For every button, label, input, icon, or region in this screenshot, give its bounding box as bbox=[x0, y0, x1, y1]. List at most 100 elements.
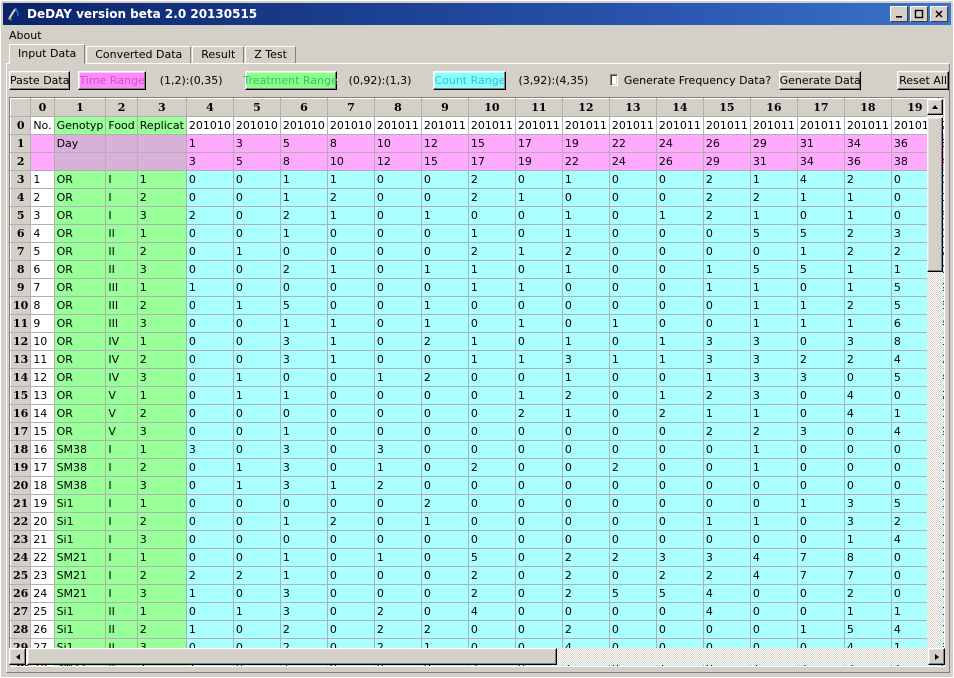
grid-cell[interactable]: 0 bbox=[609, 440, 657, 459]
grid-cell[interactable]: 0 bbox=[327, 620, 375, 639]
horizontal-scroll-thumb[interactable] bbox=[27, 648, 557, 665]
grid-cell[interactable]: Si1 bbox=[54, 620, 107, 639]
grid-cell[interactable]: 0 bbox=[186, 602, 234, 621]
grid-cell[interactable]: 2 bbox=[186, 206, 234, 225]
grid-cell[interactable]: 1 bbox=[750, 440, 798, 459]
grid-cell[interactable]: SM21 bbox=[54, 584, 107, 603]
grid-cell[interactable]: 2 bbox=[137, 404, 187, 423]
grid-cell[interactable]: OR bbox=[54, 368, 107, 387]
grid-cell[interactable]: 1 bbox=[703, 404, 751, 423]
grid-cell[interactable]: OR bbox=[54, 404, 107, 423]
grid-cell[interactable]: 0 bbox=[374, 188, 422, 207]
grid-cell[interactable]: 0 bbox=[186, 386, 234, 405]
grid-cell[interactable]: 2 bbox=[137, 350, 187, 369]
grid-cell[interactable]: 0 bbox=[515, 494, 563, 513]
grid-cell[interactable]: 1 bbox=[233, 458, 281, 477]
grid-cell[interactable]: 2 bbox=[374, 602, 422, 621]
grid-cell[interactable]: 26 bbox=[656, 152, 704, 171]
grid-cell[interactable]: OR bbox=[54, 278, 107, 297]
grid-cell[interactable]: 3 bbox=[750, 350, 798, 369]
grid-cell[interactable]: 2 bbox=[656, 566, 704, 585]
grid-cell[interactable]: 1 bbox=[468, 224, 516, 243]
grid-cell[interactable]: 1 bbox=[280, 188, 328, 207]
grid-cell[interactable]: 0 bbox=[421, 188, 469, 207]
grid-cell[interactable]: 0 bbox=[327, 584, 375, 603]
grid-cell[interactable]: I bbox=[105, 440, 138, 459]
scroll-right-button[interactable] bbox=[928, 648, 945, 665]
grid-cell[interactable]: 1 bbox=[233, 602, 281, 621]
grid-cell[interactable]: 0 bbox=[280, 530, 328, 549]
grid-cell[interactable]: 0 bbox=[797, 458, 845, 477]
grid-cell[interactable]: 0 bbox=[515, 332, 563, 351]
tab-input-data[interactable]: Input Data bbox=[9, 44, 86, 64]
grid-cell[interactable]: 0 bbox=[186, 170, 234, 189]
grid-cell[interactable]: 4 bbox=[750, 566, 798, 585]
scroll-up-button[interactable] bbox=[927, 99, 943, 115]
grid-cell[interactable]: 0 bbox=[327, 602, 375, 621]
grid-cell[interactable]: 1 bbox=[562, 206, 610, 225]
grid-cell[interactable]: 16 bbox=[30, 440, 55, 459]
grid-cell[interactable]: 2 bbox=[703, 566, 751, 585]
grid-cell[interactable]: 1 bbox=[327, 260, 375, 279]
grid-cell[interactable]: 0 bbox=[374, 494, 422, 513]
grid-cell[interactable]: 0 bbox=[327, 440, 375, 459]
grid-cell[interactable]: 201011 bbox=[468, 116, 516, 135]
grid-cell[interactable]: 0 bbox=[609, 278, 657, 297]
grid-cell[interactable]: 3 bbox=[137, 422, 187, 441]
grid-cell[interactable]: 1 bbox=[327, 206, 375, 225]
grid-cell[interactable]: I bbox=[105, 530, 138, 549]
grid-column-header-9[interactable]: 9 bbox=[420, 98, 469, 117]
grid-cell[interactable]: 12 bbox=[374, 152, 422, 171]
grid-cell[interactable]: 0 bbox=[703, 224, 751, 243]
grid-cell[interactable]: 0 bbox=[186, 476, 234, 495]
grid-column-header-7[interactable]: 7 bbox=[326, 98, 375, 117]
grid-cell[interactable]: 2 bbox=[421, 620, 469, 639]
grid-cell[interactable]: 0 bbox=[233, 440, 281, 459]
grid-cell[interactable]: 0 bbox=[327, 422, 375, 441]
grid-cell[interactable]: 1 bbox=[233, 368, 281, 387]
grid-cell[interactable]: 0 bbox=[609, 206, 657, 225]
grid-cell[interactable]: 0 bbox=[421, 386, 469, 405]
grid-cell[interactable]: 0 bbox=[233, 260, 281, 279]
grid-cell[interactable]: 1 bbox=[703, 278, 751, 297]
grid-cell[interactable]: 201011 bbox=[797, 116, 845, 135]
grid-cell[interactable]: SM38 bbox=[54, 440, 107, 459]
grid-cell[interactable]: 0 bbox=[186, 314, 234, 333]
grid-cell[interactable]: 0 bbox=[703, 296, 751, 315]
grid-cell[interactable]: 0 bbox=[186, 530, 234, 549]
grid-cell[interactable]: No. bbox=[30, 116, 55, 135]
grid-cell[interactable]: 2 bbox=[137, 566, 187, 585]
grid-cell[interactable]: 5 bbox=[797, 260, 845, 279]
grid-cell[interactable]: 0 bbox=[562, 440, 610, 459]
grid-cell[interactable]: 2 bbox=[703, 188, 751, 207]
grid-cell[interactable]: 0 bbox=[374, 350, 422, 369]
grid-cell[interactable]: 1 bbox=[656, 206, 704, 225]
grid-row-header-25[interactable]: 25 bbox=[10, 566, 32, 585]
grid-cell[interactable]: 0 bbox=[421, 458, 469, 477]
grid-cell[interactable]: 0 bbox=[233, 422, 281, 441]
grid-cell[interactable]: IV bbox=[105, 332, 138, 351]
grid-cell[interactable]: Si1 bbox=[54, 494, 107, 513]
grid-cell[interactable]: 1 bbox=[515, 314, 563, 333]
grid-cell[interactable]: 1 bbox=[562, 260, 610, 279]
grid-cell[interactable]: OR bbox=[54, 314, 107, 333]
grid-cell[interactable]: 0 bbox=[656, 368, 704, 387]
grid-cell[interactable]: 0 bbox=[186, 224, 234, 243]
grid-row-header-20[interactable]: 20 bbox=[10, 476, 32, 495]
grid-cell[interactable]: 1 bbox=[137, 224, 187, 243]
grid-cell[interactable]: 3 bbox=[844, 512, 892, 531]
grid-cell[interactable]: 0 bbox=[703, 440, 751, 459]
grid-cell[interactable]: 26 bbox=[703, 134, 751, 153]
grid-cell[interactable]: 2 bbox=[421, 494, 469, 513]
grid-cell[interactable]: 15 bbox=[421, 152, 469, 171]
grid-cell[interactable]: 0 bbox=[327, 296, 375, 315]
grid-cell[interactable]: 3 bbox=[750, 386, 798, 405]
grid-cell[interactable] bbox=[54, 152, 107, 171]
grid-cell[interactable]: 0 bbox=[421, 170, 469, 189]
grid-cell[interactable]: 0 bbox=[421, 422, 469, 441]
grid-cell[interactable]: I bbox=[105, 458, 138, 477]
grid-cell[interactable]: 3 bbox=[280, 602, 328, 621]
grid-cell[interactable]: 2 bbox=[656, 404, 704, 423]
grid-cell[interactable]: 2 bbox=[844, 350, 892, 369]
grid-cell[interactable]: 0 bbox=[797, 584, 845, 603]
